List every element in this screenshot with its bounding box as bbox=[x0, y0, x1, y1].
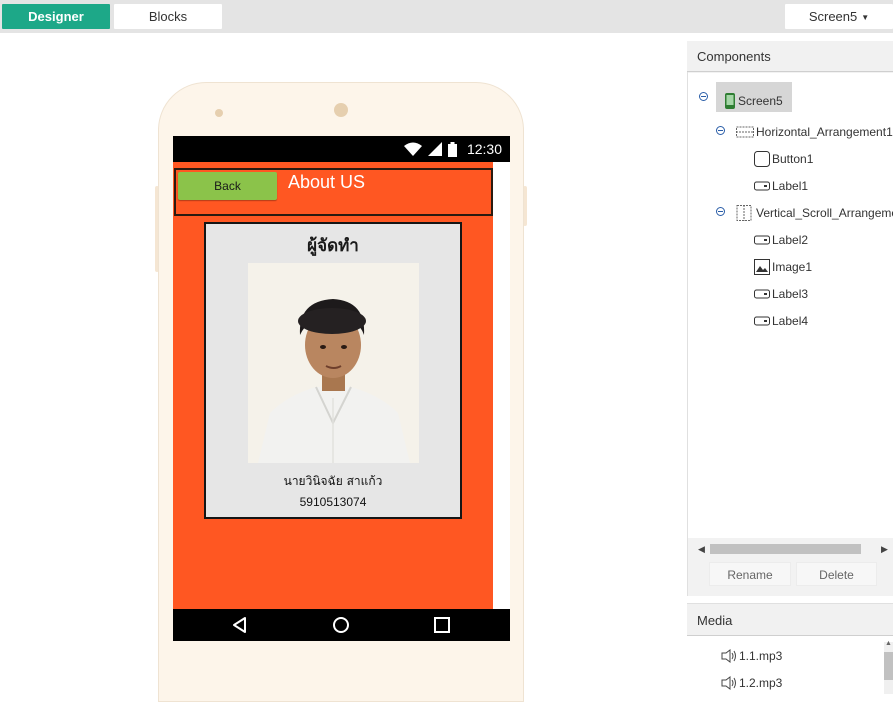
label-icon bbox=[754, 316, 770, 326]
tree-node-label4[interactable]: Label4 bbox=[754, 312, 808, 330]
home-circle-icon bbox=[333, 617, 349, 633]
tree-node-screen5[interactable]: Screen5 bbox=[724, 92, 783, 110]
profile-photo[interactable] bbox=[248, 263, 419, 463]
tree-node-label3[interactable]: Label3 bbox=[754, 285, 808, 303]
scroll-left-icon[interactable]: ◀ bbox=[698, 543, 705, 555]
tree-node-label: Label4 bbox=[772, 314, 809, 328]
app-scroll-area bbox=[493, 162, 510, 609]
tree-node-button1[interactable]: Button1 bbox=[754, 150, 813, 168]
phone-sensor bbox=[215, 109, 223, 117]
person-name-label[interactable]: นายวินิจฉัย สาแก้ว bbox=[206, 472, 460, 491]
student-id-label[interactable]: 5910513074 bbox=[206, 495, 460, 509]
label-icon bbox=[754, 181, 770, 191]
tree-node-label: Screen5 bbox=[738, 94, 783, 108]
media-item[interactable]: 1.2.mp3 bbox=[721, 674, 782, 692]
tree-node-label: Label1 bbox=[772, 179, 809, 193]
audio-speaker-icon bbox=[721, 649, 736, 663]
collapse-toggle-icon[interactable] bbox=[699, 92, 708, 101]
media-header: Media bbox=[687, 603, 893, 636]
scroll-right-icon[interactable]: ▶ bbox=[881, 543, 888, 555]
collapse-toggle-icon[interactable] bbox=[716, 126, 725, 135]
back-triangle-icon bbox=[233, 617, 246, 633]
dropdown-caret-icon: ▼ bbox=[861, 13, 870, 22]
scroll-up-icon[interactable]: ▲ bbox=[885, 640, 892, 647]
components-header: Components bbox=[687, 41, 893, 72]
wifi-icon bbox=[403, 142, 422, 156]
tree-node-label: Label3 bbox=[772, 287, 809, 301]
person-portrait-image bbox=[248, 263, 419, 463]
media-item-label: 1.1.mp3 bbox=[739, 649, 783, 663]
image-icon bbox=[754, 259, 770, 275]
recents-square-icon bbox=[434, 617, 450, 633]
tree-node-label: Horizontal_Arrangement1 bbox=[756, 125, 893, 139]
tree-node-vertical-scroll-arrangement1[interactable]: Vertical_Scroll_Arrangement1 bbox=[736, 204, 893, 222]
tree-node-label1[interactable]: Label1 bbox=[754, 177, 808, 195]
tree-node-label: Label2 bbox=[772, 233, 809, 247]
button-icon bbox=[754, 151, 770, 167]
tree-node-label: Image1 bbox=[772, 260, 813, 274]
scrollbar-thumb[interactable] bbox=[884, 652, 893, 680]
battery-icon bbox=[447, 141, 457, 157]
label-icon bbox=[754, 289, 770, 299]
designer-button[interactable]: Designer bbox=[2, 4, 110, 29]
vertical-arrangement-icon bbox=[736, 205, 752, 221]
phone-icon bbox=[725, 93, 735, 109]
tree-node-image1[interactable]: Image1 bbox=[754, 258, 812, 276]
media-item[interactable]: 1.1.mp3 bbox=[721, 647, 782, 665]
delete-button[interactable]: Delete bbox=[796, 562, 877, 586]
screen-selector-label: Screen5 bbox=[808, 9, 858, 24]
media-scrollbar[interactable]: ▲ bbox=[884, 640, 893, 694]
tree-node-horizontal-arrangement1[interactable]: Horizontal_Arrangement1 bbox=[736, 123, 893, 141]
phone-camera bbox=[334, 103, 348, 117]
audio-speaker-icon bbox=[721, 676, 736, 690]
scrollbar-thumb[interactable] bbox=[710, 544, 861, 554]
tree-horizontal-scrollbar[interactable]: ◀ ▶ bbox=[698, 543, 890, 555]
about-us-label[interactable]: About US bbox=[288, 172, 365, 193]
status-time: 12:30 bbox=[466, 141, 502, 157]
blocks-button[interactable]: Blocks bbox=[114, 4, 222, 29]
tree-node-label2[interactable]: Label2 bbox=[754, 231, 808, 249]
android-nav-bar bbox=[173, 609, 510, 641]
media-list bbox=[688, 637, 893, 694]
section-title-label[interactable]: ผู้จัดทำ bbox=[206, 232, 460, 259]
status-bar: 12:30 bbox=[173, 136, 510, 162]
horizontal-arrangement-icon bbox=[736, 126, 754, 138]
tree-node-label: Button1 bbox=[772, 152, 814, 166]
collapse-toggle-icon[interactable] bbox=[716, 207, 725, 216]
tree-node-label: Vertical_Scroll_Arrangement1 bbox=[756, 206, 893, 220]
back-button[interactable]: Back bbox=[178, 172, 277, 200]
screen-selector-dropdown[interactable]: Screen5 ▼ bbox=[785, 4, 893, 29]
label-icon bbox=[754, 235, 770, 245]
rename-button[interactable]: Rename bbox=[709, 562, 791, 586]
components-tree bbox=[688, 73, 893, 538]
signal-icon bbox=[427, 142, 442, 156]
media-item-label: 1.2.mp3 bbox=[739, 676, 783, 690]
